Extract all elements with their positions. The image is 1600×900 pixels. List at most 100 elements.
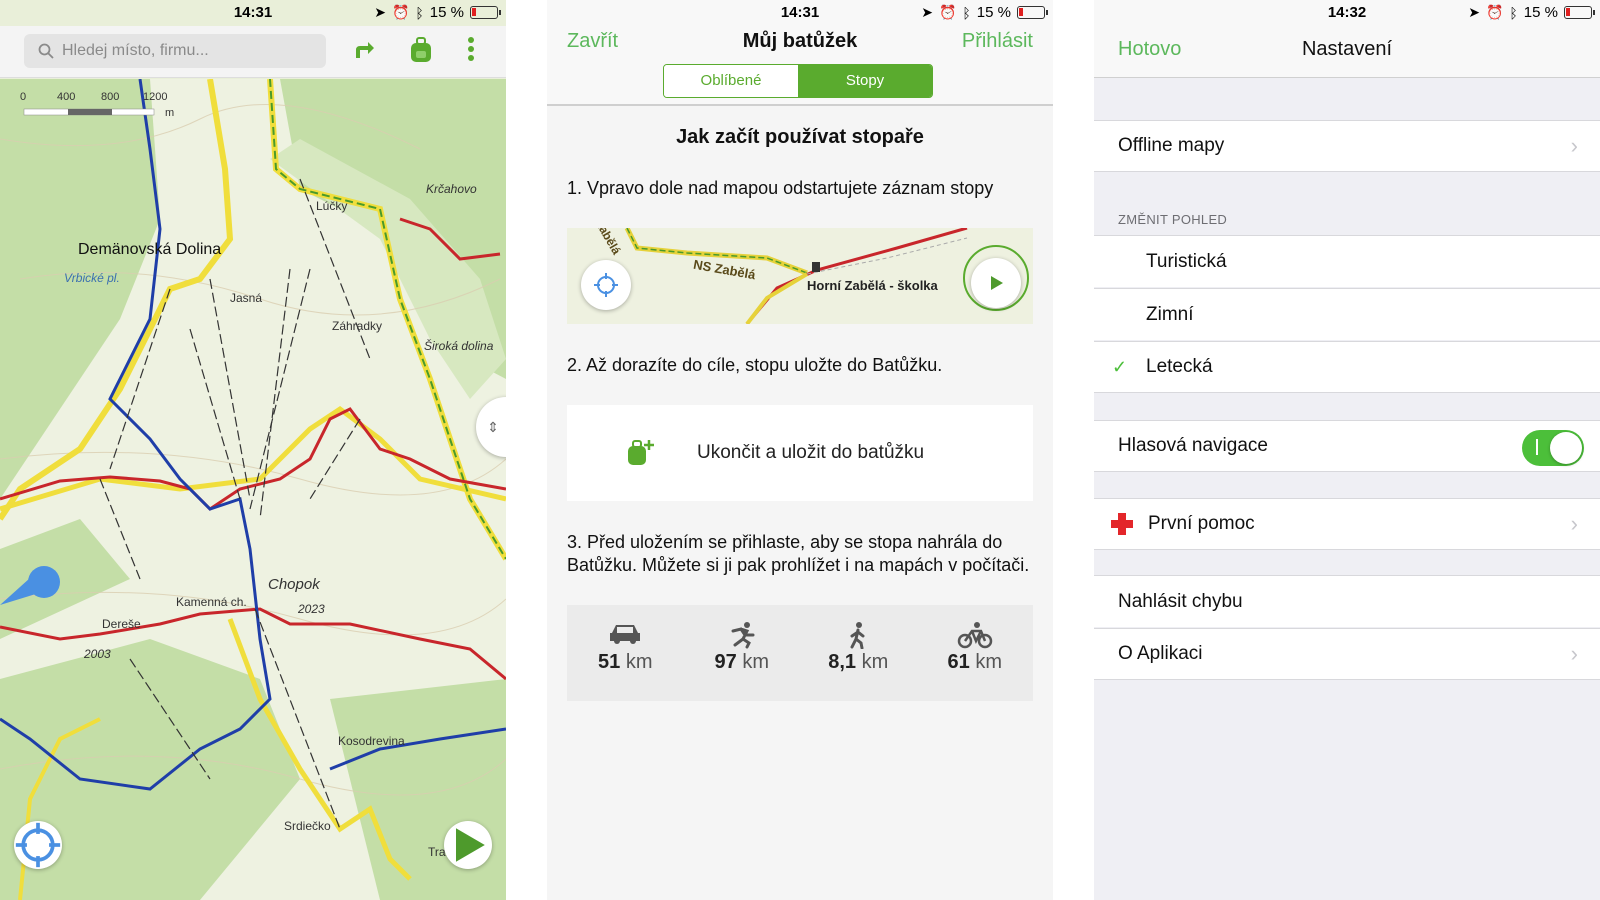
more-vertical-icon[interactable]	[456, 36, 486, 66]
map-label: Záhradky	[332, 319, 383, 333]
map-screen: 14:31 ➤ ⏰ ᛒ 15 % Hledej místo, firmu...	[0, 0, 506, 900]
stat-value: 8,1	[828, 651, 857, 673]
battery-icon	[1017, 6, 1048, 19]
map-label: Kosodrevina	[338, 734, 405, 748]
login-button[interactable]: Přihlásit	[962, 30, 1033, 53]
battery-icon	[1564, 6, 1595, 19]
map-canvas[interactable]: 0 400 800 1200 m Demänovská Dolina Vrbic…	[0, 78, 506, 900]
map-label: Jasná	[230, 291, 263, 305]
search-icon	[38, 43, 54, 59]
checkmark-icon: ✓	[1112, 356, 1128, 377]
alarm-icon: ⏰	[1485, 4, 1504, 20]
map-label: Dereše	[102, 617, 141, 631]
location-icon: ➤	[921, 4, 933, 20]
guide-step-1: 1. Vpravo dole nad mapou odstartujete zá…	[567, 178, 994, 198]
stat-unit: km	[742, 651, 769, 673]
locate-button-preview	[581, 260, 631, 310]
map-toolbar: Hledej místo, firmu...	[0, 26, 506, 78]
search-input[interactable]: Hledej místo, firmu...	[24, 34, 326, 68]
view-option-label: Letecká	[1146, 356, 1213, 377]
map-label: Lúčky	[316, 199, 348, 213]
backpack-screen: 14:31 ➤ ⏰ ᛒ 15 % Zavřít Můj batůžek Přih…	[547, 0, 1053, 900]
guide-step-3: 3. Před uložením se přihlaste, aby se st…	[567, 532, 1030, 575]
route-arrow-icon[interactable]	[348, 36, 378, 66]
nav-bar: Zavřít Můj batůžek Přihlásit Oblíbené St…	[547, 26, 1053, 106]
offline-maps-row[interactable]: Offline mapy ›	[1094, 120, 1600, 172]
chevron-right-icon: ›	[1570, 641, 1578, 666]
scale-tick: 400	[57, 91, 76, 103]
stat-bike: 61 km	[917, 605, 1034, 701]
scale-unit: m	[165, 107, 175, 119]
save-to-backpack-button[interactable]: Ukončit a uložit do batůžku	[567, 405, 1033, 501]
view-option-label: Zimní	[1146, 303, 1194, 325]
map-label: Vrbické pl.	[64, 271, 120, 285]
about-app-row[interactable]: O Aplikaci ›	[1094, 628, 1600, 680]
tracker-guide: Jak začít používat stopaře 1. Vpravo dol…	[567, 108, 1033, 701]
scale-tick: 800	[101, 91, 120, 103]
locate-icon	[594, 273, 618, 297]
stat-run: 97 km	[684, 605, 801, 701]
locate-button[interactable]	[14, 821, 62, 869]
section-header: ZMĚNIT POHLED	[1118, 212, 1228, 227]
battery-percent: 15 %	[429, 4, 464, 21]
expand-collapse-icon: ⇕	[487, 418, 499, 435]
guide-heading: Jak začít používat stopaře	[676, 126, 924, 148]
map-label: Demänovská Dolina	[78, 241, 222, 258]
search-placeholder: Hledej místo, firmu...	[62, 42, 209, 59]
status-bar: 14:31 ➤ ⏰ ᛒ 15 %	[547, 0, 1053, 26]
car-icon	[567, 621, 684, 651]
report-bug-row[interactable]: Nahlásit chybu	[1094, 575, 1600, 627]
scale-tick: 1200	[143, 91, 168, 103]
bike-icon	[917, 621, 1034, 651]
settings-screen: 14:32 ➤ ⏰ ᛒ 15 % Hotovo Nastavení Offlin…	[1094, 0, 1600, 900]
tab-favorites[interactable]: Oblíbené	[664, 65, 798, 97]
location-icon: ➤	[1468, 4, 1480, 20]
view-option-turistic[interactable]: Turistická	[1094, 235, 1600, 287]
battery-icon	[470, 6, 501, 19]
map-label: Horní Zabělá - školka	[807, 278, 938, 293]
map-label: 2003	[84, 647, 111, 661]
chevron-right-icon: ›	[1570, 511, 1578, 536]
stat-value: 97	[714, 651, 737, 673]
tab-tracks[interactable]: Stopy	[798, 65, 932, 97]
stat-value: 61	[947, 651, 970, 673]
chevron-right-icon: ›	[1570, 133, 1578, 158]
record-button-preview	[971, 258, 1021, 308]
record-track-button[interactable]	[444, 821, 492, 869]
report-bug-label: Nahlásit chybu	[1118, 590, 1243, 612]
view-option-aerial[interactable]: ✓ Letecká	[1094, 341, 1600, 393]
locate-icon	[15, 822, 61, 868]
walk-icon	[800, 621, 917, 651]
stat-walk: 8,1 km	[800, 605, 917, 701]
map-label: Chopok	[268, 576, 320, 593]
play-icon	[991, 276, 1003, 290]
bluetooth-icon: ᛒ	[962, 4, 971, 21]
alarm-icon: ⏰	[938, 4, 957, 20]
segmented-control: Oblíbené Stopy	[663, 64, 933, 98]
first-aid-label: První pomoc	[1148, 513, 1255, 534]
stat-unit: km	[625, 651, 653, 673]
backpack-icon[interactable]	[406, 36, 436, 66]
voice-navigation-row: Hlasová navigace	[1094, 420, 1600, 472]
voice-navigation-label: Hlasová navigace	[1118, 435, 1268, 456]
map-label: Kamenná ch.	[176, 595, 247, 609]
first-aid-row[interactable]: První pomoc ›	[1094, 498, 1600, 550]
step-1-map-preview: Zabělá NS Zabělá Horní Zabělá - školka	[567, 228, 1033, 324]
status-bar: 14:31 ➤ ⏰ ᛒ 15 %	[0, 0, 506, 26]
scale-tick: 0	[20, 91, 27, 103]
stat-unit: km	[861, 651, 889, 673]
map-label: Krčahovo	[426, 182, 477, 196]
stat-unit: km	[975, 651, 1002, 673]
battery-percent: 15 %	[976, 4, 1011, 21]
backpack-add-icon	[628, 440, 654, 465]
bluetooth-icon: ᛒ	[415, 4, 424, 21]
map-label: 2023	[298, 602, 325, 616]
nav-bar: Hotovo Nastavení	[1094, 26, 1600, 78]
view-option-winter[interactable]: Zimní	[1094, 288, 1600, 340]
stat-value: 51	[598, 651, 621, 673]
status-bar: 14:32 ➤ ⏰ ᛒ 15 %	[1094, 0, 1600, 26]
map-label: Široká dolina	[424, 339, 494, 353]
topographic-map	[0, 78, 506, 900]
voice-navigation-toggle[interactable]	[1522, 430, 1584, 466]
play-icon	[456, 828, 485, 862]
